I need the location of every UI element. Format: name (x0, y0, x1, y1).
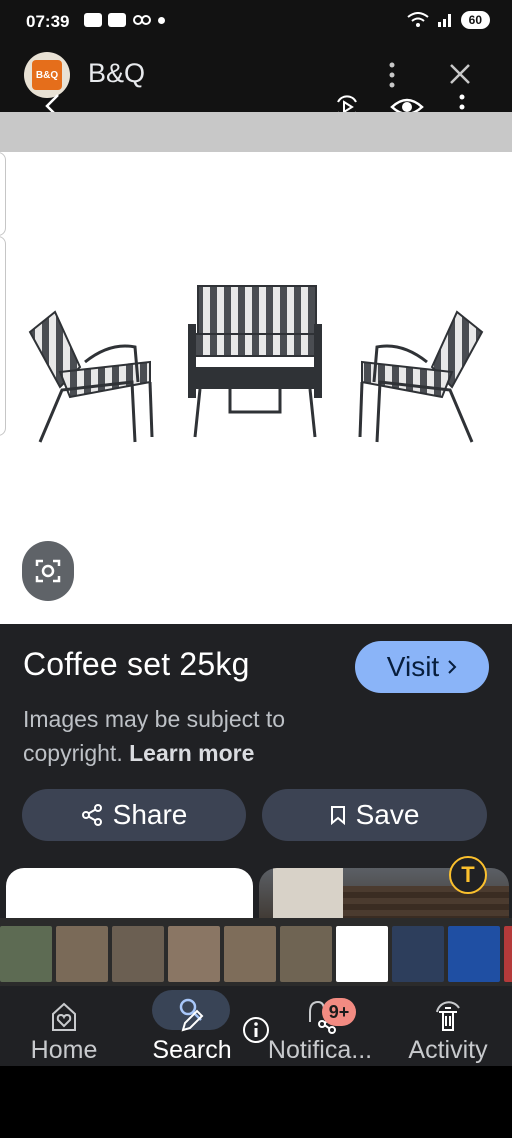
close-icon[interactable] (444, 58, 476, 90)
visual-match-thumbnail[interactable] (448, 926, 500, 982)
save-label: Save (355, 799, 420, 830)
garden-furniture-image (28, 285, 484, 443)
learn-more-link[interactable]: Learn more (129, 740, 254, 766)
battery-indicator: 60 (460, 11, 490, 29)
nav-notifications[interactable]: Notifica... (260, 986, 380, 1066)
lens-button[interactable] (22, 541, 74, 601)
previous-image-edge[interactable] (0, 152, 6, 236)
activity-delete-icon (436, 1001, 460, 1031)
visual-match-thumbnail[interactable] (504, 926, 512, 982)
visit-label: Visit (386, 651, 440, 682)
system-icons: 60 (407, 11, 490, 29)
visual-matches-strip[interactable] (0, 918, 512, 986)
link-icon (133, 15, 151, 25)
copyright-notice: Images may be subject to copyright. Lear… (23, 702, 343, 770)
more-options-icon[interactable] (382, 60, 402, 90)
visual-match-thumbnail[interactable] (392, 926, 444, 982)
visual-match-thumbnail[interactable] (224, 926, 276, 982)
bottom-navigation: Home Search Notifica... 9+ Activity (0, 986, 512, 1066)
bookmark-icon (330, 806, 345, 825)
top-bar: B&Q B&Q (0, 44, 512, 120)
chevron-right-icon (448, 660, 457, 674)
visit-button[interactable]: Visit (355, 641, 489, 693)
product-image[interactable] (0, 152, 512, 624)
pencil-icon (181, 1009, 204, 1032)
nav-search[interactable]: Search (142, 986, 242, 1066)
home-heart-icon (52, 1002, 76, 1031)
notification-icons (84, 13, 165, 27)
visual-match-thumbnail[interactable] (112, 926, 164, 982)
dot-icon (158, 16, 165, 24)
visual-match-thumbnail[interactable] (336, 926, 388, 982)
status-bar: 07:39 60 (0, 0, 512, 44)
brand-name: B&Q (88, 58, 146, 88)
share-label: Share (112, 799, 188, 830)
nav-activity-label: Activity (408, 1036, 488, 1064)
lens-camera-icon (35, 559, 61, 583)
notifications-badge: 9+ (322, 998, 356, 1026)
nav-home-label: Home (30, 1036, 98, 1064)
text-select-icon[interactable]: T (449, 856, 487, 894)
visual-match-thumbnail[interactable] (168, 926, 220, 982)
nav-search-label: Search (152, 1036, 232, 1064)
nav-notifications-label: Notifica... (267, 1036, 373, 1064)
share-button[interactable]: Share (22, 789, 246, 841)
share-icon (81, 804, 102, 826)
visual-match-thumbnail[interactable] (280, 926, 332, 982)
visual-match-thumbnail[interactable] (0, 926, 52, 982)
product-title: Coffee set 25kg (23, 646, 250, 682)
wifi-icon (407, 12, 429, 27)
nav-activity[interactable]: Activity (396, 986, 500, 1066)
cloud-icon (84, 13, 102, 27)
gallery-icon (108, 13, 126, 27)
page-strip (0, 112, 512, 152)
visual-match-thumbnail[interactable] (56, 926, 108, 982)
status-time: 07:39 (26, 12, 70, 31)
save-button[interactable]: Save (262, 789, 487, 841)
system-navigation-bar (0, 1066, 512, 1138)
result-info-panel: Coffee set 25kg Visit Images may be subj… (0, 624, 512, 868)
signal-icon (437, 14, 451, 27)
brand-logo-mark: B&Q (32, 60, 62, 90)
nav-home[interactable]: Home (20, 986, 108, 1066)
